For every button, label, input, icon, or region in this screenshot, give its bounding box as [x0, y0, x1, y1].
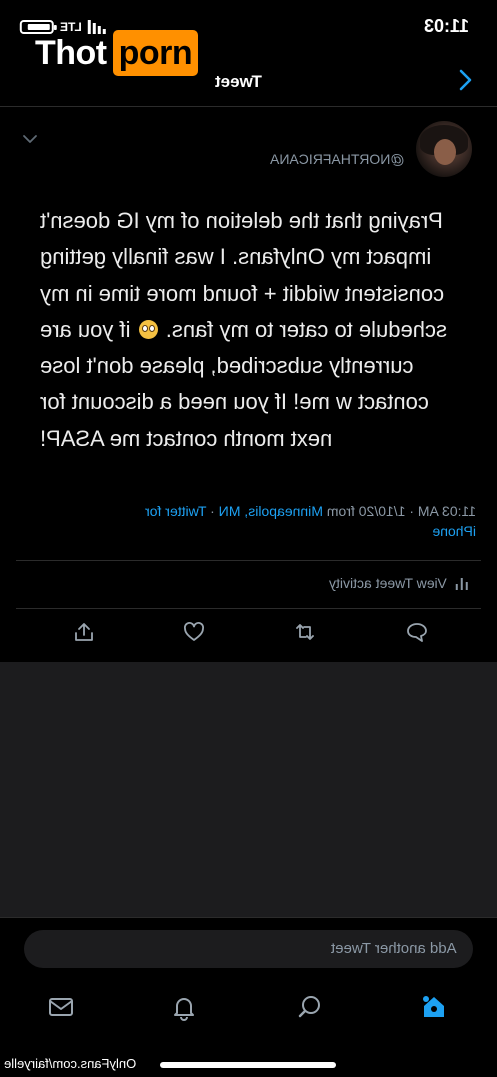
- page-title: Tweet: [215, 72, 262, 91]
- tweet-line: contact w me! If you need a discount for: [40, 389, 429, 415]
- home-icon[interactable]: [420, 993, 448, 1021]
- tweet-body: Praying that the deletion of my IG doesn…: [40, 203, 472, 457]
- share-icon[interactable]: [72, 620, 96, 644]
- search-icon[interactable]: [296, 993, 324, 1021]
- retweet-icon[interactable]: [293, 620, 317, 644]
- tweet-actions: [0, 620, 497, 654]
- tweet-line: Praying that the deletion of my IG doesn…: [40, 208, 443, 233]
- bar-chart-icon: [456, 578, 468, 590]
- chevron-down-icon[interactable]: [22, 134, 38, 144]
- status-time: 11:03: [423, 16, 469, 36]
- watermark-logo-part2: porn: [112, 30, 199, 76]
- watermark-logo: Thot porn: [35, 30, 199, 76]
- composer-bar: Add another Tweet: [0, 917, 497, 980]
- onlyfans-watermark: OnlyFans.com/fairyelle: [4, 1056, 137, 1071]
- client-link[interactable]: Twitter for: [145, 503, 206, 519]
- tweet-line: impact my Onlyfans. I was finally gettin…: [40, 244, 432, 270]
- divider: [16, 608, 481, 609]
- client-link-cont[interactable]: iPhone: [432, 523, 476, 539]
- messages-icon[interactable]: [47, 993, 75, 1021]
- watermark-logo-part1: Thot: [35, 33, 107, 72]
- home-indicator[interactable]: [160, 1062, 336, 1068]
- tweet-line: schedule to cater to my fans. if you are: [40, 316, 447, 342]
- view-activity-label: View Tweet activity: [329, 575, 447, 591]
- chevron-left-icon[interactable]: [453, 68, 477, 92]
- add-tweet-input[interactable]: Add another Tweet: [24, 930, 473, 968]
- reply-icon[interactable]: [405, 620, 429, 644]
- reply-area: [0, 662, 497, 917]
- tweet-line: consistent widdit + found more time in m…: [40, 280, 445, 306]
- user-handle[interactable]: @NORTHAFRICANA: [270, 151, 405, 167]
- tweet-timestamp: 11:03 AM · 1/10/20 from: [322, 503, 476, 519]
- like-icon[interactable]: [182, 620, 206, 644]
- tweet-line: next month contact me ASAP!: [40, 425, 333, 451]
- avatar[interactable]: [416, 121, 472, 177]
- divider: [16, 560, 481, 561]
- tweet-line: currently subscribed, please don't lose: [40, 353, 414, 379]
- add-tweet-placeholder: Add another Tweet: [331, 940, 457, 957]
- meta-separator: ·: [206, 503, 219, 519]
- notifications-icon[interactable]: [170, 993, 198, 1021]
- tab-bar: [0, 985, 497, 1035]
- tweet-meta: 11:03 AM · 1/10/20 from Minneapolis, MN …: [56, 501, 476, 541]
- location-link[interactable]: Minneapolis, MN: [219, 503, 323, 519]
- view-activity-row[interactable]: View Tweet activity: [329, 575, 469, 591]
- pleading-face-emoji: [138, 319, 158, 339]
